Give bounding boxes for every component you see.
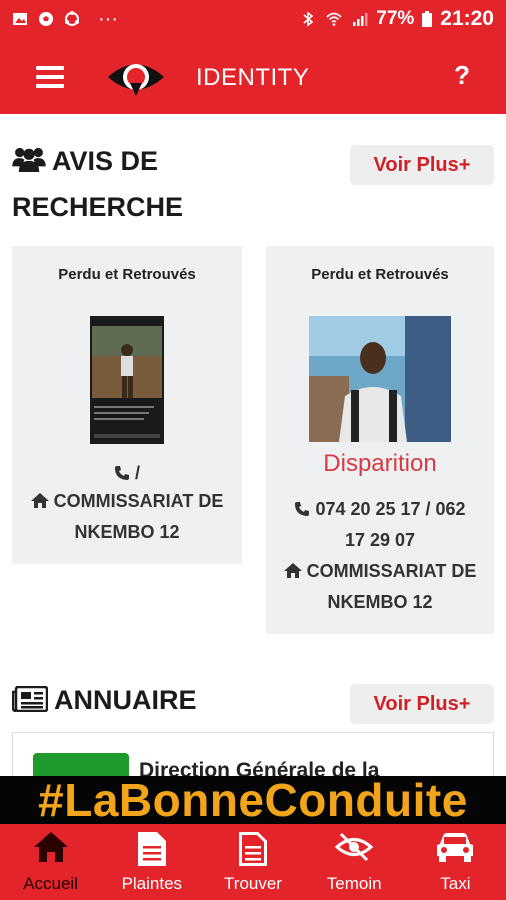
sync-icon	[65, 11, 79, 26]
app-title: IDENTITY	[196, 64, 310, 91]
card-type-label: Disparition	[323, 450, 437, 477]
car-icon	[437, 833, 474, 862]
bluetooth-icon	[303, 11, 314, 27]
avis-title-line2: RECHERCHE	[12, 192, 184, 222]
users-icon	[12, 147, 46, 172]
card-location: COMMISSARIAT DE	[18, 486, 236, 517]
football-icon	[39, 12, 53, 26]
file-icon	[239, 832, 267, 866]
card-location-line2: NKEMBO 12	[327, 592, 433, 612]
app-bar: IDENTITY ?	[0, 38, 506, 114]
nav-label: Plaintes	[121, 874, 183, 893]
nav-taxi[interactable]: Taxi	[405, 824, 506, 900]
battery-percent: 77%	[376, 8, 415, 29]
annuaire-section-header: ANNUAIRE	[12, 677, 197, 723]
document-icon	[137, 832, 166, 866]
eye-logo	[108, 64, 164, 96]
nav-label: Accueil	[23, 874, 78, 893]
annuaire-title: ANNUAIRE	[54, 685, 197, 715]
card-phone-line2: 17 29 07	[344, 530, 416, 550]
signal-icon	[353, 13, 368, 26]
annuaire-voir-plus-button[interactable]: Voir Plus+	[350, 684, 494, 724]
home-icon	[283, 563, 302, 578]
home-icon	[33, 832, 68, 862]
nav-temoin[interactable]: Temoin	[304, 824, 405, 900]
phone-icon	[295, 502, 310, 516]
card-location-line2: NKEMBO 12	[74, 522, 180, 542]
nav-trouver[interactable]: Trouver	[202, 824, 303, 900]
avis-title-line1: AVIS DE	[52, 146, 159, 176]
clock: 21:20	[440, 7, 494, 30]
menu-button[interactable]	[36, 66, 64, 88]
avis-card-1[interactable]: Perdu et Retrouvés / COMMISSARIAT DE NKE…	[12, 246, 242, 564]
card-phone: /	[18, 458, 236, 489]
status-bar: ··· 77% 21:20	[0, 0, 506, 38]
home-icon	[30, 493, 49, 508]
nav-label: Trouver	[224, 874, 282, 893]
nav-label: Temoin	[326, 874, 382, 893]
battery-icon	[422, 11, 433, 27]
help-button[interactable]: ?	[454, 60, 470, 91]
nav-plaintes[interactable]: Plaintes	[101, 824, 202, 900]
nav-accueil[interactable]: Accueil	[0, 824, 101, 900]
card-location: COMMISSARIAT DE	[272, 556, 488, 587]
card-category: Perdu et Retrouvés	[311, 266, 449, 283]
bottom-nav: Accueil Plaintes Trouver Temoin Taxi	[0, 824, 506, 900]
card-photo	[90, 316, 164, 444]
image-icon	[13, 13, 27, 25]
card-category: Perdu et Retrouvés	[58, 266, 196, 283]
phone-icon	[114, 466, 129, 480]
eye-slash-icon	[335, 832, 374, 862]
wifi-icon	[326, 12, 342, 26]
card-phone: 074 20 25 17 / 062	[272, 494, 488, 525]
avis-card-2[interactable]: Perdu et Retrouvés Disparition 074 20 25…	[266, 246, 494, 634]
newspaper-icon	[12, 686, 48, 712]
avis-voir-plus-button[interactable]: Voir Plus+	[350, 145, 494, 185]
nav-label: Taxi	[440, 874, 471, 893]
avis-section-header: AVIS DE	[12, 138, 158, 184]
card-photo	[309, 316, 451, 442]
more-notifications: ···	[98, 7, 118, 30]
hashtag-banner: #LaBonneConduite	[0, 776, 506, 824]
hashtag-text: #LaBonneConduite	[38, 776, 468, 824]
